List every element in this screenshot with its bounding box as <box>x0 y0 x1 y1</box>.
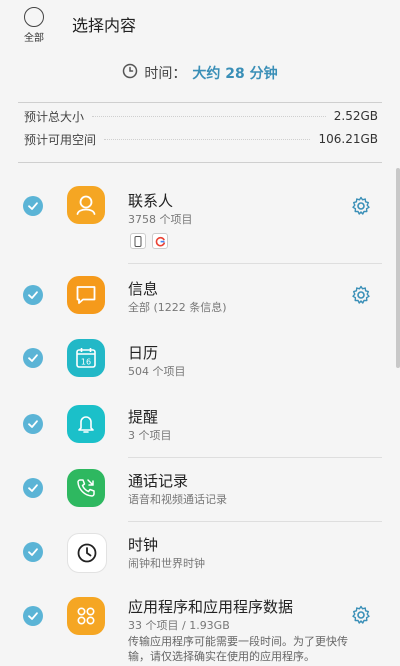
item-name: 通话记录 <box>128 472 189 490</box>
item-note-line2: 输，请仅选择确实在使用的应用程序。 <box>128 650 315 663</box>
available-space-label: 预计可用空间 <box>24 132 97 147</box>
list-item-clock[interactable]: 时钟 闹钟和世界时钟 <box>0 522 400 586</box>
clock-icon <box>67 533 107 573</box>
list-item-calendar[interactable]: 16 日历 504 个项目 <box>0 330 400 394</box>
list-item-contacts[interactable]: 联系人 3758 个项目 <box>0 172 400 264</box>
time-estimate: 时间： 大约 28 分钟 <box>0 60 400 86</box>
item-name: 提醒 <box>128 408 159 426</box>
item-subtitle: 闹钟和世界时钟 <box>128 557 205 570</box>
calendar-icon: 16 <box>67 339 105 377</box>
time-value: 大约 28 分钟 <box>192 66 278 82</box>
checkbox-checked[interactable] <box>23 285 43 305</box>
list-item-messages[interactable]: 信息 全部 (1222 条信息) <box>0 264 400 330</box>
total-size-label: 预计总大小 <box>24 109 85 124</box>
leader-dots <box>92 115 326 117</box>
top-bar: 全部 选择内容 <box>0 0 400 46</box>
checkbox-checked[interactable] <box>23 348 43 368</box>
item-subtitle: 3 个项目 <box>128 429 172 442</box>
call-log-icon <box>67 469 105 507</box>
select-all-toggle[interactable]: 全部 <box>20 7 48 44</box>
item-name: 时钟 <box>128 536 159 554</box>
list-item-apps[interactable]: 应用程序和应用程序数据 33 个项目 / 1.93GB 传输应用程序可能需要一段… <box>0 586 400 664</box>
item-subtitle: 语音和视频通话记录 <box>128 493 227 506</box>
item-name: 联系人 <box>128 192 174 210</box>
apps-settings-icon[interactable] <box>350 604 372 626</box>
svg-text:16: 16 <box>81 358 91 367</box>
phone-source-icon <box>130 233 146 249</box>
page-title: 选择内容 <box>72 16 137 35</box>
leader-dots <box>104 138 311 140</box>
google-source-icon <box>152 233 168 249</box>
item-subtitle: 全部 (1222 条信息) <box>128 301 227 314</box>
messages-settings-icon[interactable] <box>350 284 372 306</box>
select-all-label: 全部 <box>24 33 44 44</box>
contacts-icon <box>67 186 105 224</box>
total-size-row: 预计总大小 2.52GB <box>24 106 378 126</box>
divider <box>18 162 382 163</box>
item-name: 信息 <box>128 280 159 298</box>
item-note-line1: 传输应用程序可能需要一段时间。为了更快传 <box>128 635 348 648</box>
clock-small-icon <box>122 63 138 83</box>
scrollbar[interactable] <box>396 168 400 368</box>
item-subtitle: 33 个项目 / 1.93GB <box>128 619 230 632</box>
item-subtitle: 504 个项目 <box>128 365 186 378</box>
time-label: 时间： <box>144 66 187 82</box>
checkbox-checked[interactable] <box>23 478 43 498</box>
messages-icon <box>67 276 105 314</box>
contacts-settings-icon[interactable] <box>350 195 372 217</box>
available-space-value: 106.21GB <box>318 132 378 146</box>
apps-icon <box>67 597 105 635</box>
available-space-row: 预计可用空间 106.21GB <box>24 129 378 149</box>
total-size-value: 2.52GB <box>333 109 378 123</box>
item-subtitle: 3758 个项目 <box>128 213 193 226</box>
checkbox-checked[interactable] <box>23 414 43 434</box>
divider <box>18 102 382 103</box>
item-name: 日历 <box>128 344 159 362</box>
item-name: 应用程序和应用程序数据 <box>128 598 294 616</box>
checkbox-checked[interactable] <box>23 606 43 626</box>
select-all-checkbox[interactable] <box>24 7 44 27</box>
list-item-call-log[interactable]: 通话记录 语音和视频通话记录 <box>0 458 400 522</box>
content-list: 联系人 3758 个项目 信息 全部 (1222 条信息) 16 日历 504 … <box>0 172 400 664</box>
reminder-icon <box>67 405 105 443</box>
checkbox-checked[interactable] <box>23 196 43 216</box>
list-item-reminder[interactable]: 提醒 3 个项目 <box>0 394 400 458</box>
checkbox-checked[interactable] <box>23 542 43 562</box>
